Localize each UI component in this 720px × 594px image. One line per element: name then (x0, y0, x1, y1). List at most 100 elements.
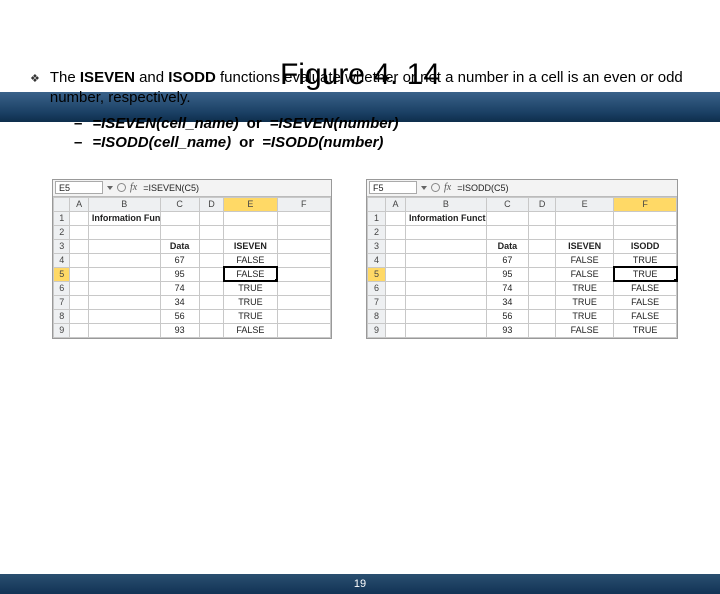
cell (199, 239, 224, 253)
cell: Information Functions (406, 211, 487, 225)
formula-bar: E5 fx =ISEVEN(C5) (53, 180, 331, 197)
cell (385, 267, 405, 281)
cell (277, 225, 330, 239)
cell (529, 309, 556, 323)
cell (88, 281, 160, 295)
cell (385, 253, 405, 267)
cell (160, 211, 199, 225)
cell (199, 323, 224, 337)
col-header: D (199, 197, 224, 211)
cell: TRUE (556, 309, 614, 323)
col-header: B (406, 197, 487, 211)
cell (277, 309, 330, 323)
col-header: B (88, 197, 160, 211)
cell: Data (486, 239, 529, 253)
cell (406, 281, 487, 295)
cell: 95 (160, 267, 199, 281)
cell: TRUE (224, 295, 277, 309)
cell: 67 (486, 253, 529, 267)
cell (88, 239, 160, 253)
cell (199, 295, 224, 309)
cell: ISEVEN (224, 239, 277, 253)
cell (70, 211, 88, 225)
cell: 56 (160, 309, 199, 323)
cell (529, 267, 556, 281)
cell (199, 225, 224, 239)
cell (385, 281, 405, 295)
cell: FALSE (224, 323, 277, 337)
row-header: 1 (368, 211, 386, 225)
cell (529, 323, 556, 337)
row-header: 5 (368, 267, 386, 281)
cell (529, 253, 556, 267)
cell (614, 225, 677, 239)
cell: TRUE (614, 253, 677, 267)
cell (529, 225, 556, 239)
cell: 95 (486, 267, 529, 281)
row-header: 6 (54, 281, 70, 295)
cell (406, 225, 487, 239)
cell: 74 (160, 281, 199, 295)
cell (486, 211, 529, 225)
row-header: 3 (54, 239, 70, 253)
syntax-list: – =ISEVEN(cell_name)or=ISEVEN(number) – … (74, 115, 690, 151)
col-header: F (277, 197, 330, 211)
col-header: E (556, 197, 614, 211)
cell: TRUE (614, 323, 677, 337)
row-header: 8 (54, 309, 70, 323)
row-header: 7 (368, 295, 386, 309)
cell (277, 211, 330, 225)
cell (224, 225, 277, 239)
cell (199, 281, 224, 295)
cell (406, 323, 487, 337)
cell (529, 239, 556, 253)
formula-bar: F5 fx =ISODD(C5) (367, 180, 677, 197)
spreadsheet-grid: ABCDEF1Information Functions23DataISEVEN… (53, 197, 331, 338)
row-header: 9 (54, 323, 70, 337)
cell (529, 211, 556, 225)
cell (70, 225, 88, 239)
col-header: A (385, 197, 405, 211)
row-header: 6 (368, 281, 386, 295)
cell (70, 309, 88, 323)
cell (199, 267, 224, 281)
cell: Data (160, 239, 199, 253)
cell (406, 239, 487, 253)
cell (277, 281, 330, 295)
cell: FALSE (224, 267, 277, 281)
cell: 74 (486, 281, 529, 295)
cell (486, 225, 529, 239)
cell (199, 309, 224, 323)
cell (406, 295, 487, 309)
dash-icon: – (74, 134, 82, 151)
cell (70, 295, 88, 309)
cell: TRUE (556, 295, 614, 309)
cell (277, 253, 330, 267)
col-header: E (224, 197, 277, 211)
cell (88, 295, 160, 309)
cell: TRUE (556, 281, 614, 295)
row-header: 2 (54, 225, 70, 239)
cell: 93 (160, 323, 199, 337)
slide-title-wrap: Figure 4. 14 (0, 58, 720, 92)
cell (88, 267, 160, 281)
cell: FALSE (556, 267, 614, 281)
cell (277, 267, 330, 281)
fx-icon: fx (444, 182, 451, 193)
formula-value: =ISEVEN(C5) (141, 183, 199, 193)
cell: FALSE (614, 295, 677, 309)
cell (70, 323, 88, 337)
cell: 67 (160, 253, 199, 267)
name-box: E5 (55, 181, 103, 194)
cell: TRUE (224, 281, 277, 295)
cancel-icon (431, 183, 440, 192)
corner-cell (368, 197, 386, 211)
cell (277, 323, 330, 337)
cell (406, 267, 487, 281)
cancel-icon (117, 183, 126, 192)
excel-screenshot-iseven: E5 fx =ISEVEN(C5) ABCDEF1Information Fun… (52, 179, 332, 339)
cell (70, 239, 88, 253)
row-header: 2 (368, 225, 386, 239)
row-header: 9 (368, 323, 386, 337)
cell (385, 295, 405, 309)
